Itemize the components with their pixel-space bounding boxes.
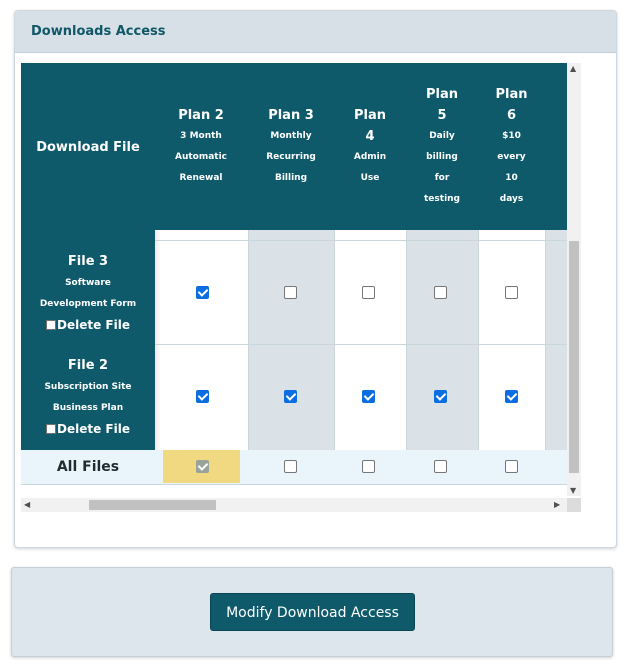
plan-2-header: Plan 2 3 Month Automatic Renewal [174,108,228,183]
file-2-label: File 2 Subscription Site Business Plan D… [21,355,155,439]
plan-4-header: Plan 4 Admin Use [353,108,387,183]
plan-7-column [545,230,567,450]
grid-line [155,240,567,241]
scrollbar-corner [567,498,581,512]
plan-2-column [155,230,248,450]
plan-5-column [406,230,478,450]
panel-header: Downloads Access [15,11,616,53]
all-files-checkbox[interactable] [505,460,518,473]
access-checkbox[interactable] [196,286,209,299]
scroll-up-icon[interactable]: ▲ [570,65,576,73]
vertical-scroll-thumb[interactable] [569,241,579,473]
access-checkbox[interactable] [362,286,375,299]
download-file-header: Download File [36,140,140,155]
plan-4-column [334,230,406,450]
delete-file-2[interactable]: Delete File [46,419,130,439]
access-checkbox[interactable] [505,390,518,403]
plan-5-header: Plan 5 Daily billing for testing [424,87,460,204]
access-checkbox[interactable] [505,286,518,299]
scroll-down-icon[interactable]: ▼ [570,487,576,495]
access-checkbox[interactable] [434,286,447,299]
access-table-scroll-area: Download File Plan 2 3 Month Automatic R… [21,63,581,513]
footer-panel: Modify Download Access [11,567,613,657]
scroll-left-icon[interactable]: ◀ [24,501,30,509]
access-checkbox[interactable] [362,390,375,403]
horizontal-scroll-thumb[interactable] [89,500,216,510]
plan-3-header: Plan 3 Monthly Recurring Billing [266,108,316,183]
grid-line [155,344,567,345]
access-checkbox[interactable] [434,390,447,403]
column-shadow [155,230,161,450]
horizontal-scrollbar[interactable]: ◀ ▶ [21,498,567,512]
access-checkbox[interactable] [196,390,209,403]
plan-3-column [248,230,334,450]
all-files-checkbox [196,460,209,473]
plan-6-header: Plan 6 $10 every 10 days [495,87,528,204]
access-checkbox[interactable] [284,390,297,403]
grid-line [334,230,335,485]
grid-line [545,230,546,485]
all-files-checkbox[interactable] [284,460,297,473]
access-checkbox[interactable] [284,286,297,299]
delete-file-checkbox[interactable] [46,320,57,330]
all-files-checkbox[interactable] [434,460,447,473]
grid-line [248,230,249,485]
file-3-label: File 3 Software Development Form Delete … [21,251,155,335]
panel-title: Downloads Access [31,24,166,39]
modify-download-access-button[interactable]: Modify Download Access [210,593,415,631]
scroll-right-icon[interactable]: ▶ [554,501,560,509]
delete-file-checkbox[interactable] [46,424,57,434]
grid-line [406,230,407,485]
vertical-scrollbar[interactable]: ▲ ▼ [567,63,581,496]
all-files-label: All Files [56,459,120,475]
grid-line [478,230,479,485]
delete-file-3[interactable]: Delete File [46,315,130,335]
plan-6-column [478,230,545,450]
all-files-checkbox[interactable] [362,460,375,473]
